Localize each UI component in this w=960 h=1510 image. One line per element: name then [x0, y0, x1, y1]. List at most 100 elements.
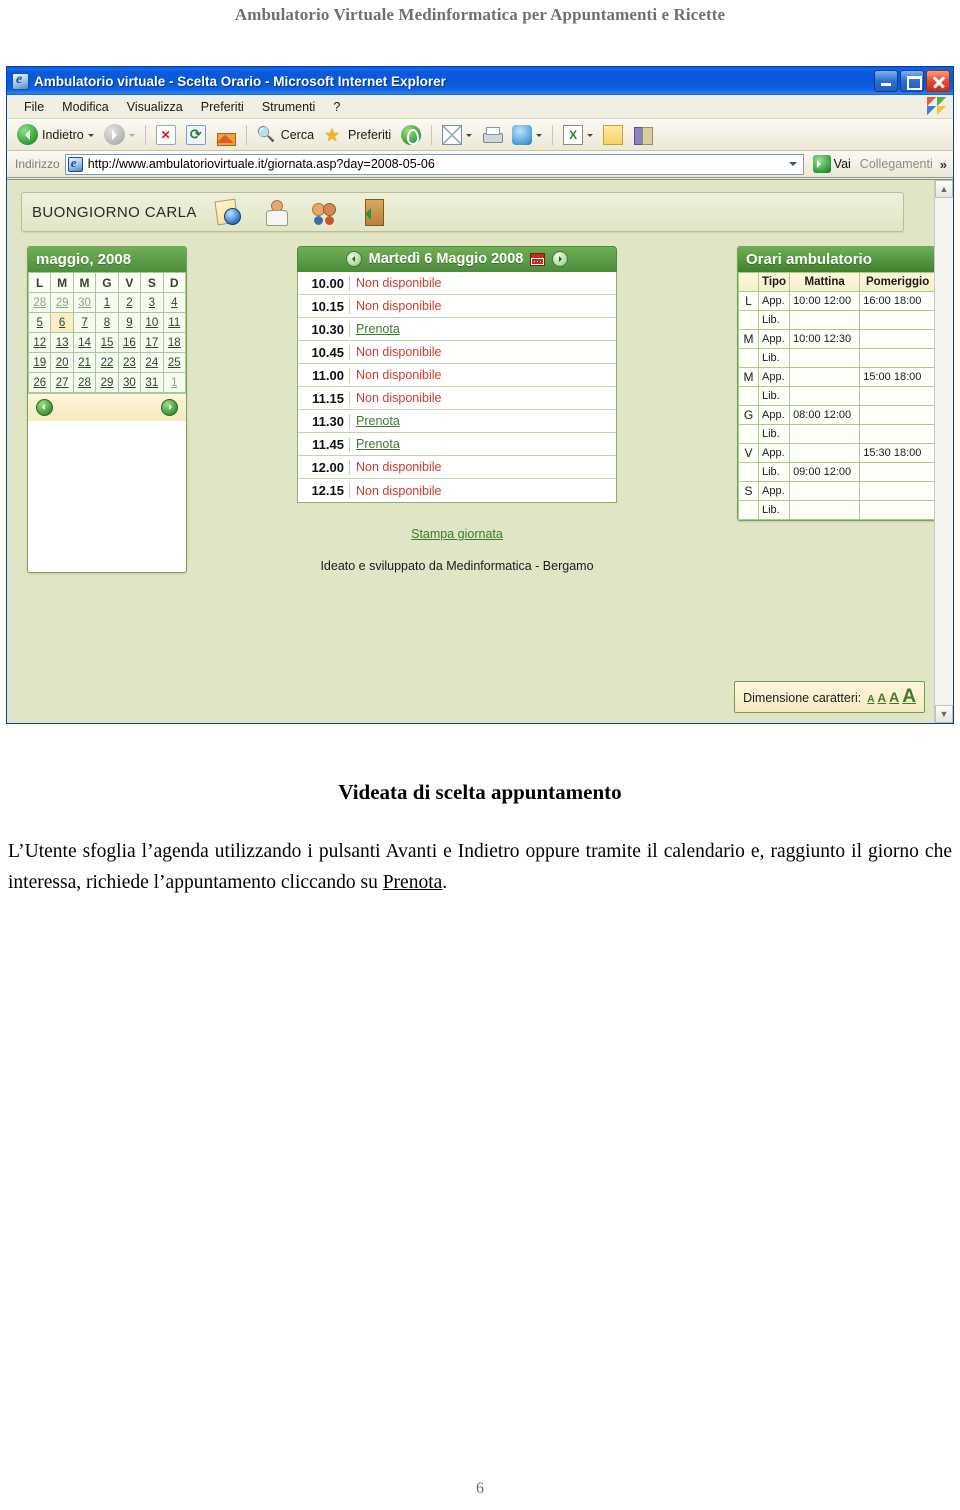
calendar-day-cell[interactable]: 23: [117, 352, 142, 373]
excel-button[interactable]: [559, 123, 597, 147]
calendar-day-cell[interactable]: 2: [117, 292, 142, 313]
calendar-day-link[interactable]: 23: [123, 357, 136, 369]
links-label[interactable]: Collegamenti: [860, 157, 935, 171]
calendar-day-cell[interactable]: 10: [140, 312, 164, 333]
calendar-day-link[interactable]: 8: [104, 317, 110, 329]
vertical-scrollbar[interactable]: ▲ ▼: [934, 180, 953, 723]
calendar-day-cell[interactable]: 29: [95, 372, 119, 393]
forward-button[interactable]: [100, 122, 139, 147]
calendar-day-link[interactable]: 3: [149, 297, 155, 309]
calendar-day-cell[interactable]: 31: [140, 372, 164, 393]
history-button[interactable]: [397, 123, 425, 147]
previous-day-button[interactable]: [345, 251, 362, 267]
font-size-medium[interactable]: A: [889, 689, 899, 705]
users-icon[interactable]: [311, 199, 337, 225]
mail-button[interactable]: [438, 123, 476, 147]
calendar-day-cell[interactable]: 20: [50, 352, 74, 373]
calendar-day-link[interactable]: 1: [171, 377, 177, 389]
search-button[interactable]: Cerca: [253, 123, 318, 147]
calendar-prev-month-button[interactable]: [36, 399, 53, 416]
calendar-day-link[interactable]: 12: [33, 337, 46, 349]
calendar-day-link[interactable]: 15: [101, 337, 114, 349]
calendar-day-link[interactable]: 20: [56, 357, 69, 369]
calendar-day-cell[interactable]: 28: [72, 372, 97, 393]
minimize-button[interactable]: [874, 70, 898, 92]
slot-book-link-cell[interactable]: Prenota: [350, 322, 400, 336]
next-day-button[interactable]: [552, 251, 569, 267]
calendar-day-cell[interactable]: 13: [50, 332, 74, 353]
calendar-day-cell[interactable]: 5: [28, 312, 52, 333]
scroll-up-button[interactable]: ▲: [935, 180, 953, 198]
calendar-day-cell[interactable]: 26: [28, 372, 52, 393]
calendar-day-link[interactable]: 4: [171, 297, 177, 309]
calendar-day-cell[interactable]: 27: [50, 372, 74, 393]
calendar-day-cell[interactable]: 16: [117, 332, 142, 353]
font-size-small[interactable]: A: [877, 691, 886, 705]
back-button[interactable]: Indietro: [13, 122, 98, 147]
calendar-day-cell[interactable]: 30: [72, 292, 97, 313]
calendar-day-link[interactable]: 24: [145, 357, 158, 369]
calendar-day-cell[interactable]: 12: [28, 332, 52, 353]
calendar-day-cell[interactable]: 17: [140, 332, 164, 353]
book-link[interactable]: Prenota: [356, 414, 400, 428]
favorites-button[interactable]: Preferiti: [320, 123, 395, 147]
menu-item-preferiti[interactable]: Preferiti: [192, 98, 253, 116]
calendar-day-cell[interactable]: 18: [162, 332, 186, 353]
refresh-button[interactable]: [182, 123, 210, 147]
menu-item-help[interactable]: ?: [324, 98, 349, 116]
calendar-day-cell[interactable]: 4: [162, 292, 186, 313]
calendar-day-link[interactable]: 29: [56, 297, 69, 309]
calendar-day-cell[interactable]: 1: [95, 292, 119, 313]
calendar-day-cell[interactable]: 30: [117, 372, 142, 393]
exit-door-icon[interactable]: [359, 199, 385, 226]
font-size-large[interactable]: A: [902, 686, 916, 708]
calendar-day-link[interactable]: 1: [104, 297, 110, 309]
menu-item-strumenti[interactable]: Strumenti: [253, 98, 325, 116]
slot-book-link-cell[interactable]: Prenota: [350, 414, 400, 428]
calendar-day-cell[interactable]: 7: [72, 312, 97, 333]
calendar-day-cell[interactable]: 29: [50, 292, 74, 313]
calendar-picker-icon[interactable]: [530, 252, 546, 266]
calendar-day-link[interactable]: 6: [59, 317, 65, 329]
print-button[interactable]: [478, 123, 506, 147]
calendar-day-link[interactable]: 17: [145, 337, 158, 349]
calendar-day-link[interactable]: 31: [145, 377, 158, 389]
calendar-day-link[interactable]: 25: [168, 357, 181, 369]
go-button[interactable]: Vai: [809, 155, 855, 173]
calendar-day-cell[interactable]: 3: [140, 292, 164, 313]
notes-button[interactable]: [599, 123, 627, 147]
toolbar-overflow-icon[interactable]: »: [940, 157, 949, 172]
calendar-day-cell[interactable]: 25: [162, 352, 186, 373]
address-input[interactable]: http://www.ambulatoriovirtuale.it/giorna…: [64, 153, 804, 175]
messenger-chevron-down-icon[interactable]: [536, 133, 543, 140]
doctor-icon[interactable]: [263, 199, 289, 226]
calendar-day-link[interactable]: 16: [123, 337, 136, 349]
calendar-day-link[interactable]: 10: [145, 317, 158, 329]
calendar-day-cell[interactable]: 6: [50, 312, 74, 333]
calendar-day-cell[interactable]: 9: [117, 312, 142, 333]
calendar-day-link[interactable]: 30: [78, 297, 91, 309]
calendar-day-cell[interactable]: 22: [95, 352, 119, 373]
messenger-button[interactable]: [508, 123, 546, 147]
calendar-day-link[interactable]: 7: [81, 317, 87, 329]
calendar-day-cell[interactable]: 28: [28, 292, 52, 313]
maximize-button[interactable]: [900, 70, 924, 92]
calendar-day-link[interactable]: 26: [33, 377, 46, 389]
calendar-day-link[interactable]: 2: [126, 297, 132, 309]
home-button[interactable]: [212, 123, 240, 147]
calendar-day-cell[interactable]: 24: [140, 352, 164, 373]
calendar-day-link[interactable]: 14: [78, 337, 91, 349]
print-day-link[interactable]: Stampa giornata: [411, 527, 503, 541]
excel-chevron-down-icon[interactable]: [587, 133, 594, 140]
calendar-day-link[interactable]: 21: [78, 357, 91, 369]
calendar-day-cell[interactable]: 14: [72, 332, 97, 353]
calendar-day-link[interactable]: 11: [168, 317, 180, 329]
agenda-icon[interactable]: [215, 199, 241, 225]
close-button[interactable]: [926, 70, 950, 92]
calendar-day-link[interactable]: 29: [101, 377, 114, 389]
menu-item-modifica[interactable]: Modifica: [53, 98, 118, 116]
calendar-day-cell[interactable]: 1: [162, 372, 186, 393]
menu-item-file[interactable]: File: [15, 98, 53, 116]
book-link[interactable]: Prenota: [356, 322, 400, 336]
calendar-day-link[interactable]: 22: [101, 357, 114, 369]
